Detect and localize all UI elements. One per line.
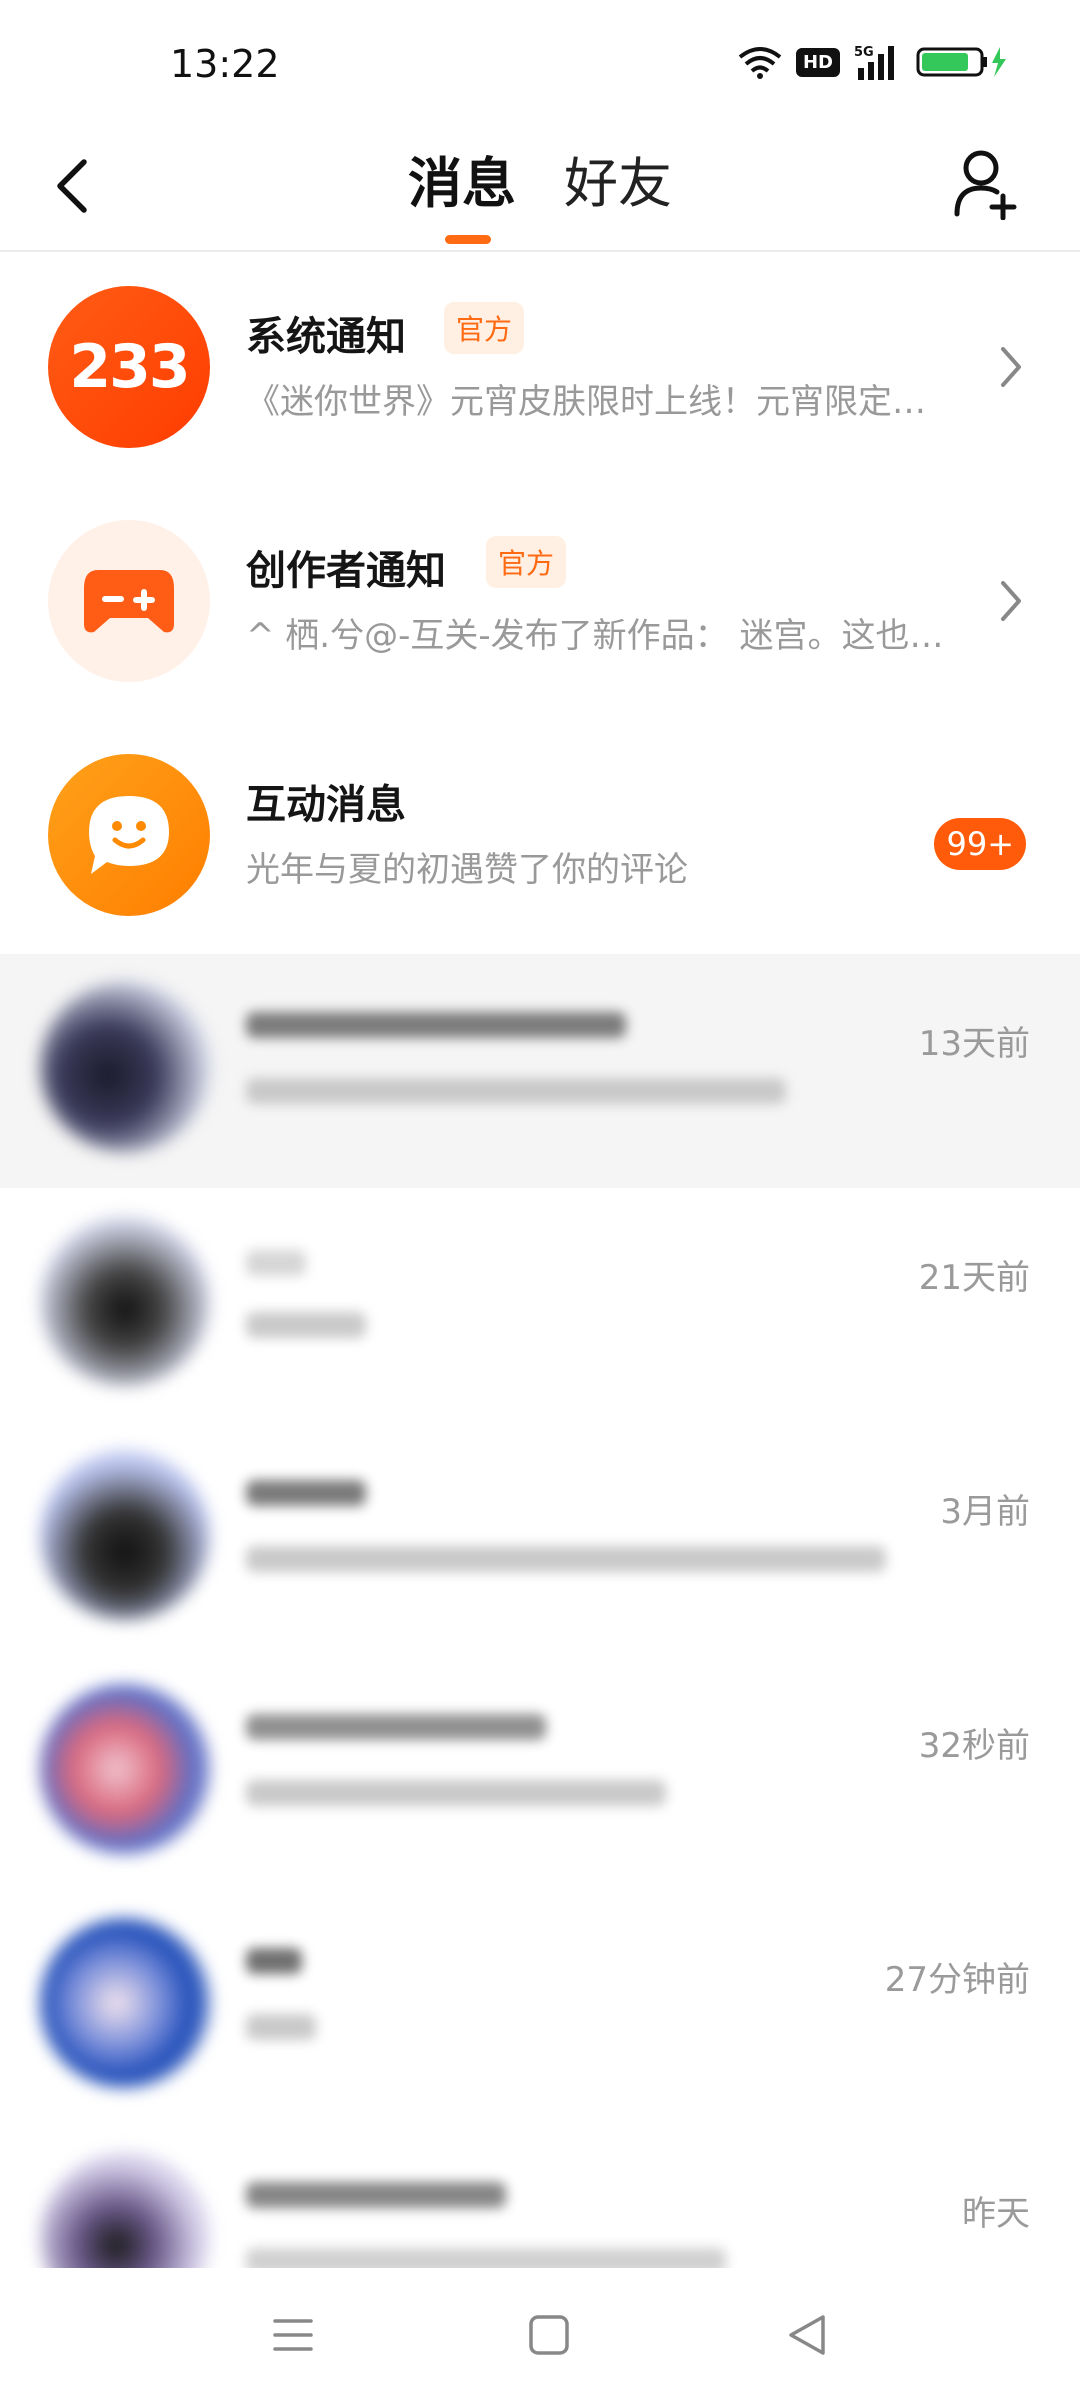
- conversation-row[interactable]: 3月前: [0, 1422, 1080, 1656]
- avatar: [40, 1684, 210, 1854]
- hd-voice-icon: HD: [795, 47, 840, 77]
- creator-notification-avatar: [48, 520, 210, 682]
- tab-bar: 消息 好友: [408, 142, 672, 244]
- tab-friends[interactable]: 好友: [564, 142, 672, 226]
- row-subtitle: ^ 栖.兮@-互关-发布了新作品： 迷宫。这也…: [246, 616, 944, 656]
- svg-text:5G: 5G: [854, 45, 874, 60]
- chevron-right-icon: [994, 342, 1028, 392]
- menu-icon: [273, 2319, 313, 2351]
- conversation-time: 昨天: [962, 2194, 1030, 2234]
- message-list: 233 系统通知 官方 《迷你世界》元宵皮肤限时上线！元宵限定… 创作者通知 官…: [0, 252, 1080, 2358]
- row-title: 系统通知: [246, 314, 406, 360]
- chevron-right-icon: [994, 576, 1028, 626]
- system-notification-row[interactable]: 233 系统通知 官方 《迷你世界》元宵皮肤限时上线！元宵限定…: [0, 252, 1080, 486]
- system-notification-avatar: 233: [48, 286, 210, 448]
- conversation-row[interactable]: 13天前: [0, 954, 1080, 1188]
- avatar: [40, 1450, 210, 1620]
- blurred-name: [246, 1714, 546, 1740]
- menu-button[interactable]: [248, 2290, 338, 2380]
- tab-messages[interactable]: 消息: [408, 142, 516, 244]
- conversation-row[interactable]: 21天前: [0, 1188, 1080, 1422]
- conversation-time: 13天前: [918, 1024, 1030, 1064]
- chat-smile-icon: [89, 796, 169, 874]
- conversation-time: 21天前: [918, 1258, 1030, 1298]
- conversation-row[interactable]: 32秒前: [0, 1656, 1080, 1890]
- tab-active-indicator: [445, 235, 491, 244]
- status-bar: 13:22 HD 5G: [0, 0, 1080, 130]
- cellular-signal-icon: 5G: [854, 44, 902, 80]
- home-button[interactable]: [504, 2290, 594, 2380]
- add-user-icon: [954, 150, 1017, 220]
- blurred-name: [246, 1012, 626, 1038]
- blurred-preview: [246, 1780, 666, 1806]
- status-icons: HD 5G: [738, 44, 1008, 80]
- avatar: [40, 1918, 210, 2088]
- gamepad-icon: [84, 570, 174, 633]
- avatar: [40, 982, 210, 1152]
- row-title: 互动消息: [246, 782, 406, 828]
- blurred-preview: [246, 1078, 786, 1104]
- home-square-icon: [529, 2315, 569, 2355]
- wifi-icon: [738, 45, 782, 79]
- row-title: 创作者通知: [246, 548, 446, 594]
- system-navigation-bar: [0, 2268, 1080, 2400]
- blurred-name: [246, 2182, 506, 2208]
- back-triangle-icon: [789, 2315, 825, 2355]
- brand-233-icon: 233: [69, 332, 190, 402]
- conversation-time: 32秒前: [918, 1726, 1030, 1766]
- conversation-time: 27分钟前: [884, 1960, 1030, 2000]
- row-subtitle: 光年与夏的初遇赞了你的评论: [246, 850, 688, 890]
- back-arrow-icon: [57, 159, 87, 213]
- unread-count-badge: 99+: [934, 818, 1026, 870]
- blurred-name: [246, 1250, 306, 1276]
- battery-charging-icon: [916, 45, 1008, 79]
- conversation-time: 3月前: [940, 1492, 1030, 1532]
- back-button[interactable]: [44, 146, 100, 226]
- blurred-name: [246, 1948, 302, 1974]
- creator-notification-row[interactable]: 创作者通知 官方 ^ 栖.兮@-互关-发布了新作品： 迷宫。这也…: [0, 486, 1080, 720]
- official-badge: 官方: [444, 302, 525, 354]
- interaction-messages-avatar: [48, 754, 210, 916]
- status-time: 13:22: [170, 42, 280, 86]
- blurred-preview: [246, 1546, 886, 1572]
- conversation-row[interactable]: 27分钟前: [0, 1890, 1080, 2124]
- add-friend-button[interactable]: [950, 144, 1022, 224]
- blurred-preview: [246, 1312, 366, 1338]
- row-subtitle: 《迷你世界》元宵皮肤限时上线！元宵限定…: [246, 382, 926, 422]
- back-nav-button[interactable]: [762, 2290, 852, 2380]
- official-badge: 官方: [486, 536, 567, 588]
- blurred-preview: [246, 2014, 316, 2040]
- tab-label: 消息: [408, 152, 516, 215]
- blurred-name: [246, 1480, 366, 1506]
- top-navigation: 消息 好友: [0, 130, 1080, 252]
- avatar: [40, 1216, 210, 1386]
- interaction-messages-row[interactable]: 互动消息 光年与夏的初遇赞了你的评论 99+: [0, 720, 1080, 954]
- tab-label: 好友: [564, 152, 672, 215]
